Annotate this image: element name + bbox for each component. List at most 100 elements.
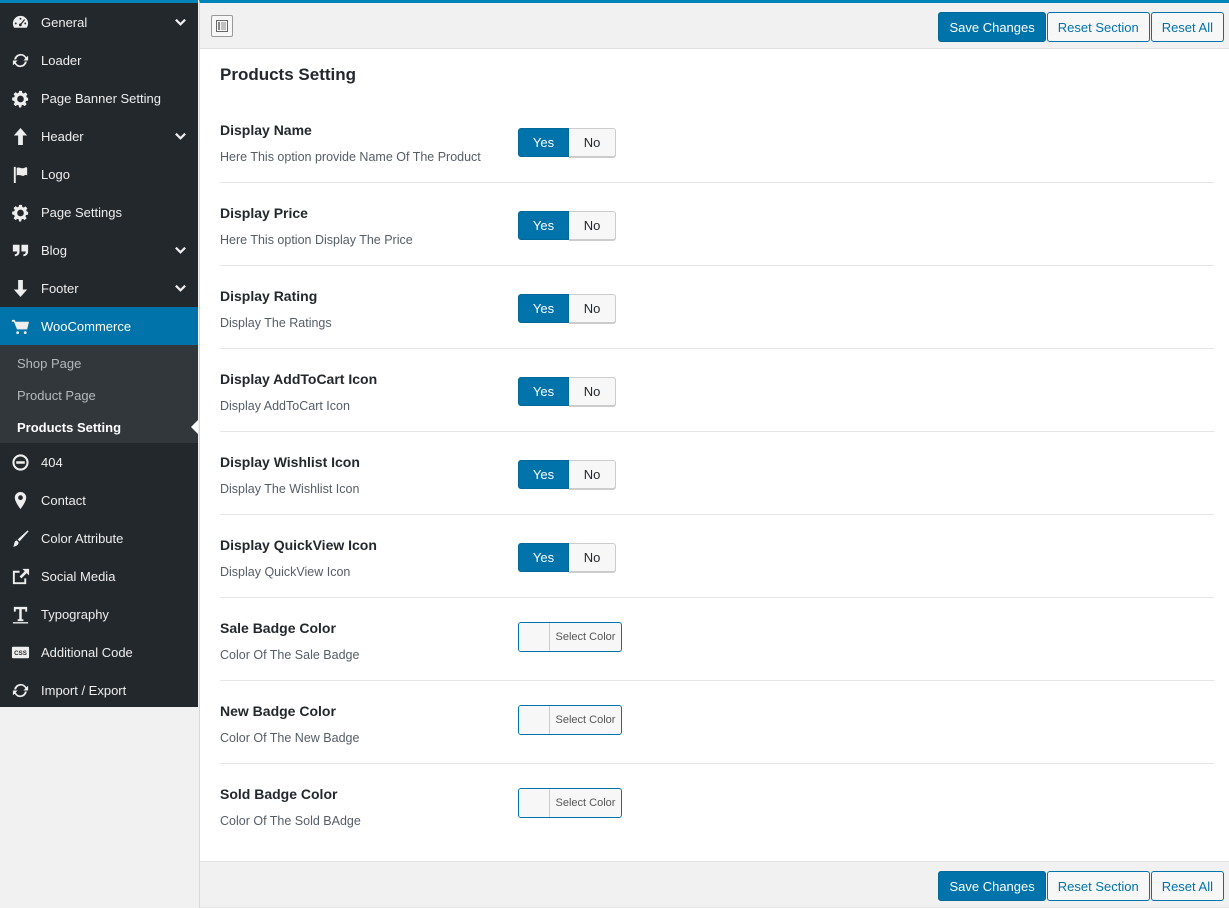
flag-icon — [10, 164, 30, 184]
option-label: Display AddToCart Icon — [220, 371, 378, 387]
sidebar-item-loader[interactable]: Loader — [0, 41, 198, 79]
sidebar-item-footer[interactable]: Footer — [0, 269, 198, 307]
no-option[interactable]: No — [569, 543, 616, 572]
option-row-display-rating: Display Rating Display The Ratings Yes N… — [220, 266, 1214, 349]
sidebar-item-color-attribute[interactable]: Color Attribute — [0, 519, 198, 557]
color-picker-button[interactable]: Select Color — [518, 622, 622, 652]
sidebar-item-label: Header — [41, 128, 84, 144]
select-color-label[interactable]: Select Color — [550, 706, 621, 734]
color-picker-button[interactable]: Select Color — [518, 788, 622, 818]
yes-option[interactable]: Yes — [518, 543, 569, 572]
option-label: New Badge Color — [220, 703, 336, 719]
option-row-display-name: Display Name Here This option provide Na… — [220, 100, 1214, 183]
yes-no-switch: Yes No — [518, 543, 616, 572]
sidebar-item-page-settings[interactable]: Page Settings — [0, 193, 198, 231]
arrow-up-icon — [10, 126, 30, 146]
sidebar-item-label: Social Media — [41, 568, 116, 584]
submenu-item-shop-page[interactable]: Shop Page — [0, 347, 198, 379]
reset-section-button[interactable]: Reset Section — [1046, 871, 1150, 901]
toolbar-buttons: Save Changes Reset Section Reset All — [937, 871, 1224, 901]
brush-icon — [10, 528, 30, 548]
sidebar-item-typography[interactable]: Typography — [0, 595, 198, 633]
svg-text:CSS: CSS — [14, 649, 27, 656]
select-color-label[interactable]: Select Color — [550, 623, 621, 651]
submenu-item-products-setting[interactable]: Products Setting — [0, 411, 198, 443]
option-description: Here This option Display The Price — [220, 233, 413, 247]
sidebar-item-label: Contact — [41, 492, 86, 508]
sidebar-item-404[interactable]: 404 — [0, 443, 198, 481]
sidebar-item-label: Page Settings — [41, 204, 122, 220]
chevron-down-icon — [174, 282, 187, 295]
bottom-toolbar: Save Changes Reset Section Reset All — [200, 861, 1229, 908]
color-swatch[interactable] — [519, 623, 550, 651]
option-label: Sold Badge Color — [220, 786, 338, 802]
option-label: Display Rating — [220, 288, 318, 304]
option-label: Display QuickView Icon — [220, 537, 377, 553]
no-option[interactable]: No — [569, 460, 616, 489]
color-swatch[interactable] — [519, 789, 550, 817]
save-changes-button[interactable]: Save Changes — [938, 871, 1046, 901]
sidebar-item-import-export[interactable]: Import / Export — [0, 671, 198, 709]
sidebar-item-header[interactable]: Header — [0, 117, 198, 155]
gear-icon — [10, 88, 30, 108]
sidebar-item-label: Import / Export — [41, 682, 127, 698]
select-color-label[interactable]: Select Color — [550, 789, 621, 817]
sidebar-items-bottom: 404 Contact Color Attribute Social Media… — [0, 443, 198, 709]
yes-option[interactable]: Yes — [518, 211, 569, 240]
no-option[interactable]: No — [569, 294, 616, 323]
sidebar-item-logo[interactable]: Logo — [0, 155, 198, 193]
option-description: Color Of The Sold BAdge — [220, 814, 361, 828]
settings-panel: Save Changes Reset Section Reset All Pro… — [199, 0, 1229, 908]
reset-all-button[interactable]: Reset All — [1150, 871, 1224, 901]
expand-icon — [216, 20, 228, 32]
yes-option[interactable]: Yes — [518, 128, 569, 157]
option-description: Display AddToCart Icon — [220, 399, 350, 413]
refresh-icon — [10, 50, 30, 70]
yes-no-switch: Yes No — [518, 377, 616, 406]
sidebar-item-label: Page Banner Setting — [41, 90, 161, 106]
sidebar-items-top: General Loader Page Banner Setting Heade… — [0, 3, 198, 345]
sidebar-item-page-banner-setting[interactable]: Page Banner Setting — [0, 79, 198, 117]
options-list: Display Name Here This option provide Na… — [220, 100, 1214, 847]
chevron-down-icon — [174, 16, 187, 29]
sidebar-item-label: Logo — [41, 166, 70, 182]
dashboard-gauge-icon — [10, 12, 30, 32]
sidebar-item-blog[interactable]: Blog — [0, 231, 198, 269]
yes-no-switch: Yes No — [518, 128, 616, 157]
no-option[interactable]: No — [569, 128, 616, 157]
yes-option[interactable]: Yes — [518, 294, 569, 323]
reset-all-button[interactable]: Reset All — [1150, 12, 1224, 42]
yes-option[interactable]: Yes — [518, 377, 569, 406]
chevron-down-icon — [174, 130, 187, 143]
sidebar-item-label: Typography — [41, 606, 109, 622]
css-icon: CSS — [10, 642, 30, 662]
gear-icon — [10, 202, 30, 222]
submenu-item-product-page[interactable]: Product Page — [0, 379, 198, 411]
admin-sidebar: General Loader Page Banner Setting Heade… — [0, 0, 198, 707]
option-row-new-badge-color: New Badge Color Color Of The New Badge S… — [220, 681, 1214, 764]
sidebar-item-additional-code[interactable]: CSS Additional Code — [0, 633, 198, 671]
no-option[interactable]: No — [569, 211, 616, 240]
yes-no-switch: Yes No — [518, 294, 616, 323]
sidebar-item-label: Blog — [41, 242, 68, 258]
option-label: Display Name — [220, 122, 312, 138]
expand-options-button[interactable] — [211, 15, 233, 37]
sidebar-item-woocommerce[interactable]: WooCommerce — [0, 307, 198, 345]
option-row-display-quickview-icon: Display QuickView Icon Display QuickView… — [220, 515, 1214, 598]
no-option[interactable]: No — [569, 377, 616, 406]
option-description: Color Of The New Badge — [220, 731, 360, 745]
page-title: Products Setting — [220, 65, 357, 84]
sidebar-item-general[interactable]: General — [0, 3, 198, 41]
location-pin-icon — [10, 490, 30, 510]
sidebar-item-social-media[interactable]: Social Media — [0, 557, 198, 595]
option-description: Color Of The Sale Badge — [220, 648, 360, 662]
yes-option[interactable]: Yes — [518, 460, 569, 489]
save-changes-button[interactable]: Save Changes — [938, 12, 1046, 42]
color-picker-button[interactable]: Select Color — [518, 705, 622, 735]
reset-section-button[interactable]: Reset Section — [1046, 12, 1150, 42]
color-swatch[interactable] — [519, 706, 550, 734]
sidebar-item-contact[interactable]: Contact — [0, 481, 198, 519]
option-description: Display The Wishlist Icon — [220, 482, 360, 496]
option-row-display-wishlist-icon: Display Wishlist Icon Display The Wishli… — [220, 432, 1214, 515]
quote-icon — [10, 240, 30, 260]
